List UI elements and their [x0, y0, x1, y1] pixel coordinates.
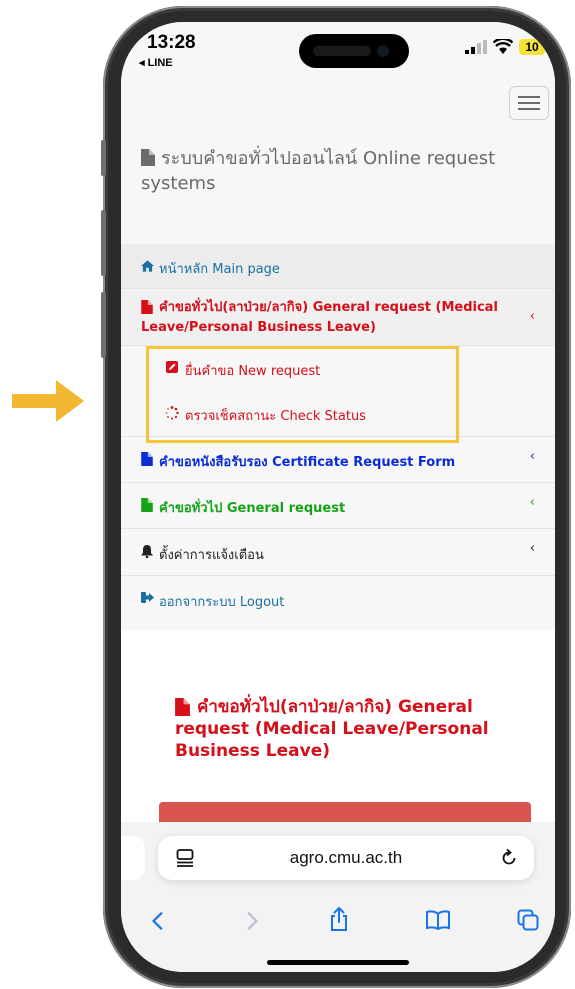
phone-screen: 13:28 ◂ LINE 10 ระบบคำขอทั่วไปออนไลน์ On… [121, 22, 555, 972]
nav-general-request-leave[interactable]: คำขอทั่วไป(ลาป่วย/ลากิจ) General request… [121, 289, 555, 346]
status-time: 13:28 [147, 32, 196, 53]
battery-indicator: 10 [519, 39, 545, 55]
highlight-box [146, 346, 459, 443]
nav-notification-settings-label: ตั้งค่าการแจ้งเตือน [159, 548, 264, 563]
side-button [101, 140, 106, 176]
home-indicator [267, 960, 409, 965]
home-icon [141, 260, 154, 272]
menu-button[interactable] [509, 86, 549, 120]
side-button [101, 210, 106, 276]
address-bar[interactable]: agro.cmu.ac.th [158, 836, 534, 880]
bookmarks-icon[interactable] [425, 910, 451, 930]
nav-general-request-leave-label: คำขอทั่วไป(ลาป่วย/ลากิจ) General request… [141, 300, 498, 335]
document-icon [141, 452, 153, 466]
nav-logout[interactable]: ออกจากระบบ Logout [121, 576, 555, 622]
share-icon[interactable] [329, 906, 349, 932]
nav-general-request[interactable]: คำขอทั่วไป General request ‹ [121, 483, 555, 529]
browser-toolbar: agro.cmu.ac.th [121, 822, 555, 972]
back-icon[interactable] [151, 911, 163, 931]
status-bar: 13:28 ◂ LINE 10 [121, 22, 555, 82]
nav-main-page[interactable]: หน้าหลัก Main page [121, 244, 555, 289]
side-button [101, 292, 106, 358]
nav-certificate-request-label: คำขอหนังสือรับรอง Certificate Request Fo… [159, 455, 456, 470]
arrow-right-icon [12, 380, 84, 422]
content-title: คำขอทั่วไป(ลาป่วย/ลากิจ) General request… [175, 697, 489, 761]
wifi-icon [493, 39, 513, 54]
tabs-icon[interactable] [517, 909, 539, 931]
bell-icon [141, 545, 153, 558]
back-to-app-link[interactable]: ◂ LINE [139, 56, 173, 69]
site-title-text: ระบบคำขอทั่วไปออนไลน์ Online request sys… [141, 148, 496, 194]
nav-certificate-request[interactable]: คำขอหนังสือรับรอง Certificate Request Fo… [121, 436, 555, 483]
signal-icon [465, 40, 487, 54]
nav-logout-label: ออกจากระบบ Logout [159, 595, 285, 610]
nav-general-request-label: คำขอทั่วไป General request [159, 501, 346, 516]
chevron-left-icon: ‹ [529, 449, 535, 464]
forward-icon[interactable] [247, 911, 259, 931]
nav-main-page-label: หน้าหลัก Main page [159, 262, 280, 277]
previous-tab-edge[interactable] [121, 836, 145, 880]
document-icon [141, 149, 155, 166]
chevron-left-icon: ‹ [529, 309, 535, 324]
logout-icon [141, 592, 154, 603]
main-content: คำขอทั่วไป(ลาป่วย/ลากิจ) General request… [121, 630, 555, 842]
nav-notification-settings[interactable]: ตั้งค่าการแจ้งเตือน ‹ [121, 529, 555, 576]
chevron-left-icon: ‹ [529, 495, 535, 510]
url-text: agro.cmu.ac.th [289, 848, 403, 867]
chevron-left-icon: ‹ [529, 541, 535, 556]
site-title: ระบบคำขอทั่วไปออนไลน์ Online request sys… [141, 146, 521, 196]
reload-icon[interactable] [500, 849, 518, 867]
dynamic-island [299, 34, 409, 68]
document-icon [141, 498, 153, 512]
browser-nav-bar [121, 904, 555, 944]
